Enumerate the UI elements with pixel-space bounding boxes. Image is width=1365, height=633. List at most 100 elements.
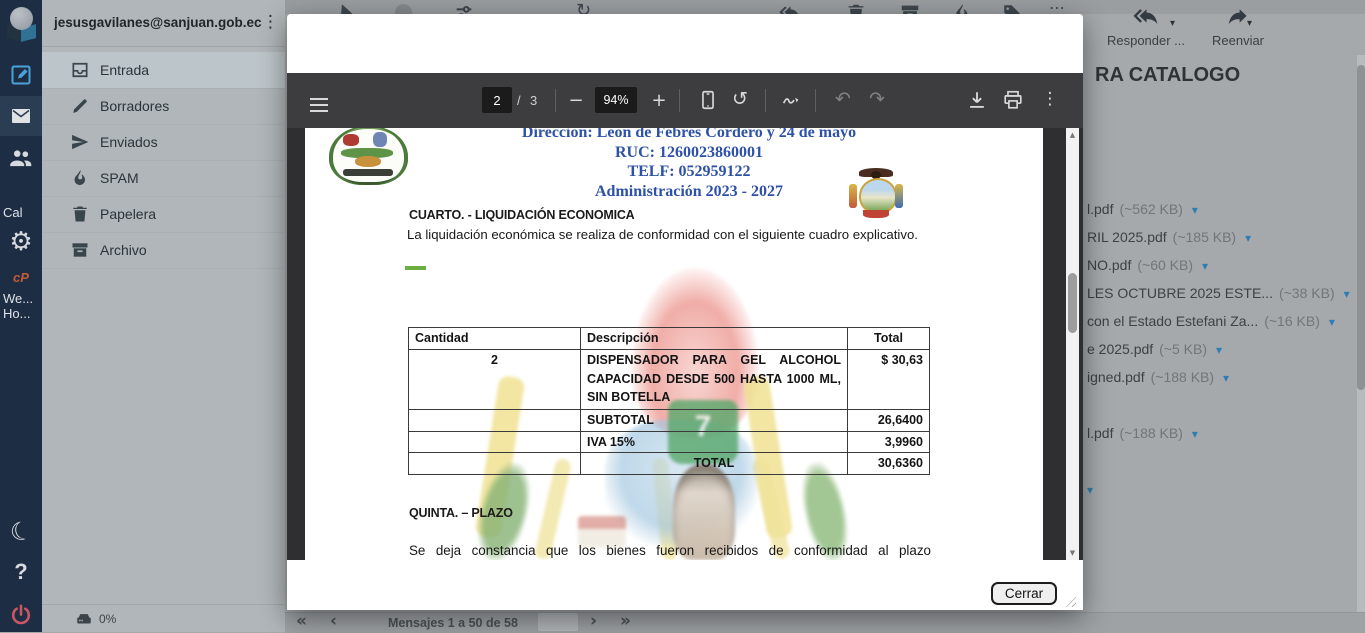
zoom-in-button[interactable]: +	[648, 89, 670, 111]
redo-icon[interactable]: ↷	[866, 88, 888, 110]
settings-button[interactable]: ⚙	[0, 226, 42, 258]
attachment-item-partial[interactable]: ▾	[1087, 481, 1093, 501]
reply-icon[interactable]	[779, 2, 801, 14]
dark-mode-toggle[interactable]: ☾	[0, 511, 45, 551]
first-page-button[interactable]: «	[296, 611, 307, 631]
attachment-menu-caret[interactable]: ▾	[1202, 259, 1208, 273]
contacts-nav-button[interactable]	[0, 142, 42, 174]
annotate-draw-icon[interactable]	[780, 89, 802, 111]
reply-label: Responder ...	[1096, 33, 1196, 48]
sidebar-item-papelera[interactable]: Papelera	[42, 196, 285, 233]
attachment-menu-caret[interactable]: ▾	[1329, 315, 1335, 329]
zoom-level[interactable]: 94%	[595, 87, 637, 113]
people-icon	[8, 145, 34, 171]
pdf-scrollbar-thumb[interactable]	[1068, 273, 1077, 333]
next-page-button[interactable]: ›	[590, 611, 597, 631]
attachment-item[interactable]: l.pdf(~562 KB)▾	[1087, 201, 1198, 221]
scrollbar-thumb[interactable]	[1357, 65, 1365, 390]
close-dialog-button[interactable]: Cerrar	[991, 582, 1057, 605]
attachment-item[interactable]: e 2025.pdf(~5 KB)▾	[1087, 341, 1222, 361]
sidebar-item-borradores[interactable]: Borradores	[42, 88, 285, 125]
spam-flame-icon[interactable]	[951, 2, 973, 14]
forward-label: Reenviar	[1193, 33, 1283, 48]
folder-panel: jesusgavilanes@sanjuan.gob.ec ⋮ Entrada …	[42, 0, 285, 632]
fit-page-icon[interactable]	[697, 89, 719, 111]
webmail-label-2: Ho...	[3, 306, 30, 321]
folder-label: Archivo	[100, 242, 147, 258]
scroll-down-icon[interactable]: ▼	[1066, 549, 1079, 557]
last-page-button[interactable]: »	[620, 611, 631, 631]
mail-envelope-icon	[9, 104, 33, 128]
reply-button[interactable]: Responder ...	[1096, 4, 1196, 48]
pdf-menu-button[interactable]	[307, 93, 331, 117]
letterhead-line: RUC: 1260023860001	[335, 143, 1043, 163]
message-subject: RA CATALOGO	[1095, 64, 1240, 87]
sidebar-item-spam[interactable]: SPAM	[42, 160, 285, 197]
app-logo[interactable]	[0, 6, 42, 42]
undo-icon[interactable]: ↶	[832, 88, 854, 110]
scroll-up-icon[interactable]: ▲	[1066, 131, 1079, 139]
attachment-menu-caret[interactable]: ▾	[1344, 287, 1350, 301]
reply-dropdown-caret[interactable]: ▾	[1170, 18, 1175, 29]
prev-page-button[interactable]: ‹	[330, 611, 337, 631]
attachment-menu-caret[interactable]: ▾	[1223, 371, 1229, 385]
more-options-icon[interactable]: ⋯	[1049, 0, 1065, 14]
download-icon[interactable]	[966, 89, 988, 111]
attachment-menu-caret[interactable]: ▾	[1216, 343, 1222, 357]
compose-button[interactable]	[0, 60, 42, 90]
flame-icon	[70, 168, 90, 188]
pagination-bar: « ‹ Mensajes 1 a 50 de 58 › »	[285, 612, 1365, 633]
pdf-page-input[interactable]: 2	[482, 87, 512, 113]
attachment-item[interactable]: con el Estado Estefani Za...(~16 KB)▾	[1087, 313, 1335, 333]
attachment-menu-caret[interactable]: ▾	[1192, 203, 1198, 217]
message-scrollbar[interactable]	[1357, 55, 1365, 632]
send-icon	[70, 132, 90, 152]
attachment-item[interactable]: LES OCTUBRE 2025 ESTE...(~38 KB)▾	[1087, 285, 1350, 305]
pdf-page-separator: /	[517, 93, 521, 108]
calendar-nav-button[interactable]: Cal	[0, 204, 42, 220]
help-button[interactable]: ?	[0, 558, 42, 586]
dialog-footer: Cerrar	[287, 560, 1083, 610]
filter-sliders-icon[interactable]	[453, 2, 475, 14]
forward-button[interactable]: Reenviar	[1193, 4, 1283, 48]
sidebar-item-enviados[interactable]: Enviados	[42, 124, 285, 161]
inbox-icon	[70, 60, 90, 80]
cpanel-link[interactable]: cP	[0, 268, 42, 286]
power-icon	[8, 602, 34, 628]
resize-handle[interactable]	[1063, 594, 1076, 607]
storage-drive-icon	[75, 610, 93, 628]
tag-icon[interactable]	[1001, 2, 1023, 14]
ecuador-arms-image	[845, 168, 907, 223]
zoom-out-button[interactable]: −	[565, 89, 587, 111]
storage-percent: 0%	[99, 612, 116, 626]
sidebar-item-entrada[interactable]: Entrada	[42, 52, 285, 89]
dialog-header	[287, 14, 1083, 73]
avatar-circle-icon[interactable]	[395, 4, 412, 14]
attachment-item[interactable]: igned.pdf(~188 KB)▾	[1087, 369, 1229, 389]
pdf-toolbar: 2 / 3 − 94% + ↺ ↶ ↷ ⋮	[287, 73, 1083, 128]
forward-dropdown-caret[interactable]: ▾	[1247, 18, 1252, 29]
attachment-menu-caret[interactable]: ▾	[1245, 231, 1251, 245]
attachment-item[interactable]: NO.pdf(~60 KB)▾	[1087, 257, 1208, 277]
attachment-item[interactable]: l.pdf(~188 KB)▾	[1087, 425, 1198, 445]
trash-icon[interactable]	[845, 2, 867, 14]
attachment-menu-caret[interactable]: ▾	[1087, 483, 1093, 497]
select-cursor-icon[interactable]	[336, 2, 358, 14]
webmail-home-link[interactable]: We... Ho...	[0, 290, 42, 322]
logout-button[interactable]	[0, 600, 42, 630]
pdf-scrollbar[interactable]: ▲ ▼	[1066, 128, 1079, 560]
print-icon[interactable]	[1002, 89, 1024, 111]
refresh-icon[interactable]: ↻	[576, 0, 591, 14]
page-selector[interactable]	[538, 613, 578, 631]
attachment-item[interactable]: RIL 2025.pdf(~185 KB)▾	[1087, 229, 1251, 249]
table-header-row: Cantidad Descripción Total	[409, 328, 930, 350]
rotate-icon[interactable]: ↺	[729, 88, 751, 110]
mail-nav-button[interactable]	[0, 96, 42, 136]
sidebar-item-archivo[interactable]: Archivo	[42, 232, 285, 269]
attachment-menu-caret[interactable]: ▾	[1192, 427, 1198, 441]
letterhead-line: Direccion: Leon de Febres Cordero y 24 d…	[335, 128, 1043, 143]
pdf-more-options-icon[interactable]: ⋮	[1041, 88, 1059, 110]
pdf-preview-dialog: 2 / 3 − 94% + ↺ ↶ ↷ ⋮	[287, 14, 1083, 610]
account-menu-button[interactable]: ⋮	[262, 12, 279, 32]
archive-icon[interactable]	[899, 2, 921, 14]
